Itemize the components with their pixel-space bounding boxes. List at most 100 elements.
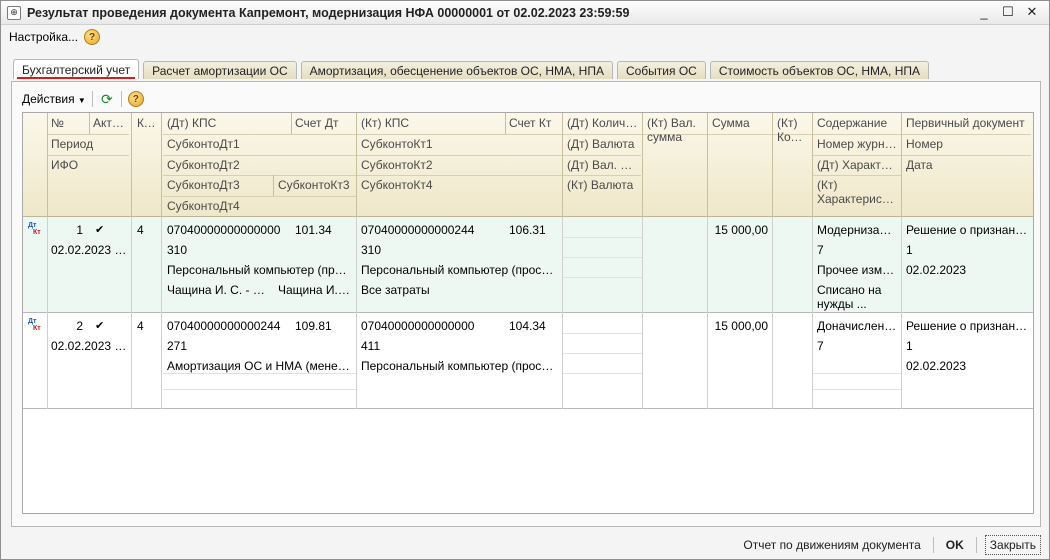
header-subkonto-dt3[interactable]: СубконтоДт3: [163, 178, 273, 192]
tab-depreciation-impairment[interactable]: Амортизация, обесценение объектов ОС, НМ…: [300, 61, 613, 79]
dt-kt-icon: Дт Кт: [28, 222, 41, 236]
row-num: 1: [76, 223, 83, 237]
header-content[interactable]: Содержание: [813, 116, 901, 130]
tab-panel: Действия ▼ ⟳ ? № Акти... КФО Период ИФО …: [11, 81, 1041, 527]
row-schet-kt: 104.34: [509, 319, 546, 333]
header-sum[interactable]: Сумма: [708, 116, 772, 130]
header-subkonto-dt2[interactable]: СубконтоДт2: [163, 158, 355, 172]
header-subkonto-dt4[interactable]: СубконтоДт4: [163, 199, 355, 213]
row-subkonto-dt1: 310: [167, 243, 188, 257]
row-doc-number: 1: [906, 243, 913, 257]
header-schet-dt[interactable]: Счет Дт: [291, 116, 355, 130]
minimize-button[interactable]: _: [975, 3, 993, 21]
dt-label: Дт: [28, 222, 37, 229]
row-kt-char: Списано на нужды ...: [817, 283, 882, 311]
ok-button[interactable]: OK: [942, 536, 968, 554]
header-num[interactable]: №: [47, 116, 89, 130]
header-dt-kps[interactable]: (Дт) КПС: [163, 116, 291, 130]
header-kt-qty[interactable]: (Кт) Колич: [773, 116, 813, 144]
header-subkonto-kt4[interactable]: СубконтоКт4: [357, 178, 562, 192]
grid-toolbar: Действия ▼ ⟳ ?: [22, 88, 144, 110]
row-subkonto-kt1: 310: [361, 243, 382, 257]
row-dt-kps: 07040000000000000: [167, 223, 281, 237]
tab-strip: Бухгалтерский учет Расчет амортизации ОС…: [13, 59, 930, 81]
actions-label: Действия: [22, 92, 75, 106]
header-kfo[interactable]: КФО: [133, 116, 161, 130]
window-controls: _ ☐ ✕: [975, 3, 1041, 21]
header-active[interactable]: Акти...: [89, 116, 131, 130]
active-check-icon: ✔: [95, 224, 105, 236]
row-schet-dt: 101.34: [295, 223, 332, 237]
row-subkonto-kt1: 411: [361, 339, 381, 353]
row-doc-date: 02.02.2023: [906, 263, 967, 277]
dt-kt-icon: Дт Кт: [28, 318, 41, 332]
row-subkonto-dt1: 271: [167, 339, 188, 353]
header-dt-char[interactable]: (Дт) Характер...: [813, 158, 901, 172]
movements-grid[interactable]: № Акти... КФО Период ИФО (Дт) КПС Счет Д…: [22, 112, 1034, 514]
row-dt-char: Прочее измен...: [817, 263, 901, 277]
kt-label: Кт: [33, 325, 41, 332]
row-kt-kps: 07040000000000000: [361, 319, 475, 333]
row-subkonto-kt4: Все затраты: [361, 283, 430, 297]
tab-os-events[interactable]: События ОС: [616, 61, 706, 79]
title-bar[interactable]: ⊕ Результат проведения документа Капремо…: [1, 1, 1049, 25]
movements-report-button[interactable]: Отчет по движениям документа: [739, 536, 924, 554]
row-journal: 7: [817, 339, 824, 353]
actions-menu-button[interactable]: Действия ▼: [22, 92, 86, 106]
active-check-icon: ✔: [95, 320, 105, 332]
close-form-button[interactable]: Закрыть: [984, 535, 1041, 555]
header-subkonto-kt3[interactable]: СубконтоКт3: [274, 178, 356, 192]
refresh-icon[interactable]: ⟳: [99, 91, 115, 107]
menu-bar: Настройка... ?: [1, 26, 1049, 48]
header-number[interactable]: Номер: [902, 137, 1032, 151]
header-kt-char[interactable]: (Кт) Характеристик: [813, 178, 901, 206]
dt-label: Дт: [28, 318, 37, 325]
close-button[interactable]: ✕: [1023, 3, 1041, 21]
header-kt-kps[interactable]: (Кт) КПС: [357, 116, 505, 130]
toolbar-separator: [91, 91, 93, 107]
help-icon[interactable]: ?: [127, 91, 144, 107]
row-subkonto-kt3: Чащина И. С...: [278, 283, 356, 297]
help-icon[interactable]: ?: [84, 29, 101, 45]
toolbar-separator: [120, 91, 122, 107]
row-schet-kt: 106.31: [509, 223, 546, 237]
settings-menu[interactable]: Настройка...: [9, 30, 78, 44]
row-subkonto-kt2: Персональный компьютер (прослеж...: [361, 359, 562, 373]
header-journal-no[interactable]: Номер журнала: [813, 137, 901, 151]
row-kt-kps: 07040000000000244: [361, 223, 475, 237]
row-subkonto-dt2: Амортизация ОС и НМА (менее 10...: [167, 359, 355, 373]
header-subkonto-kt2[interactable]: СубконтоКт2: [357, 158, 562, 172]
header-dt-qty[interactable]: (Дт) Количес...: [563, 116, 642, 130]
header-dt-currency[interactable]: (Дт) Валюта: [563, 137, 642, 151]
header-subkonto-kt1[interactable]: СубконтоКт1: [357, 137, 562, 151]
row-doc-number: 1: [906, 339, 913, 353]
row-dt-kps: 07040000000000244: [167, 319, 281, 333]
row-sum: 15 000,00: [714, 223, 768, 237]
row-doc-date: 02.02.2023: [906, 359, 967, 373]
row-kfo: 4: [137, 223, 144, 237]
row-period: 02.02.2023 23...: [51, 243, 131, 257]
header-schet-kt[interactable]: Счет Кт: [505, 116, 562, 130]
header-primary-doc[interactable]: Первичный документ: [902, 116, 1032, 130]
document-result-window: ⊕ Результат проведения документа Капремо…: [0, 0, 1050, 560]
row-sum: 15 000,00: [714, 319, 768, 333]
table-row[interactable]: Дт Кт 2 ✔ 4 02.02.2023 23... 070400000000…: [23, 313, 1033, 409]
row-content: Модернизаци...: [817, 223, 901, 237]
status-separator: [932, 537, 934, 553]
header-kt-currency[interactable]: (Кт) Валюта: [563, 178, 642, 192]
header-ifo[interactable]: ИФО: [47, 158, 131, 172]
maximize-button[interactable]: ☐: [999, 3, 1017, 21]
table-row[interactable]: Дт Кт 1 ✔ 4 02.02.2023 23... 070400000000…: [23, 217, 1033, 313]
header-period[interactable]: Период: [47, 137, 131, 151]
row-primary-doc: Решение о признании ...: [906, 223, 1032, 237]
header-subkonto-dt1[interactable]: СубконтоДт1: [163, 137, 355, 151]
row-journal: 7: [817, 243, 824, 257]
header-kt-cur-sum[interactable]: (Кт) Вал. сумма: [643, 116, 707, 144]
tab-accounting[interactable]: Бухгалтерский учет: [13, 59, 140, 79]
header-dt-cur-sum[interactable]: (Дт) Вал. су...: [563, 158, 642, 172]
tab-depreciation-calc[interactable]: Расчет амортизации ОС: [143, 61, 297, 79]
header-date[interactable]: Дата: [902, 158, 1032, 172]
row-kfo: 4: [137, 319, 144, 333]
kt-label: Кт: [33, 229, 41, 236]
tab-asset-cost[interactable]: Стоимость объектов ОС, НМА, НПА: [709, 61, 930, 79]
